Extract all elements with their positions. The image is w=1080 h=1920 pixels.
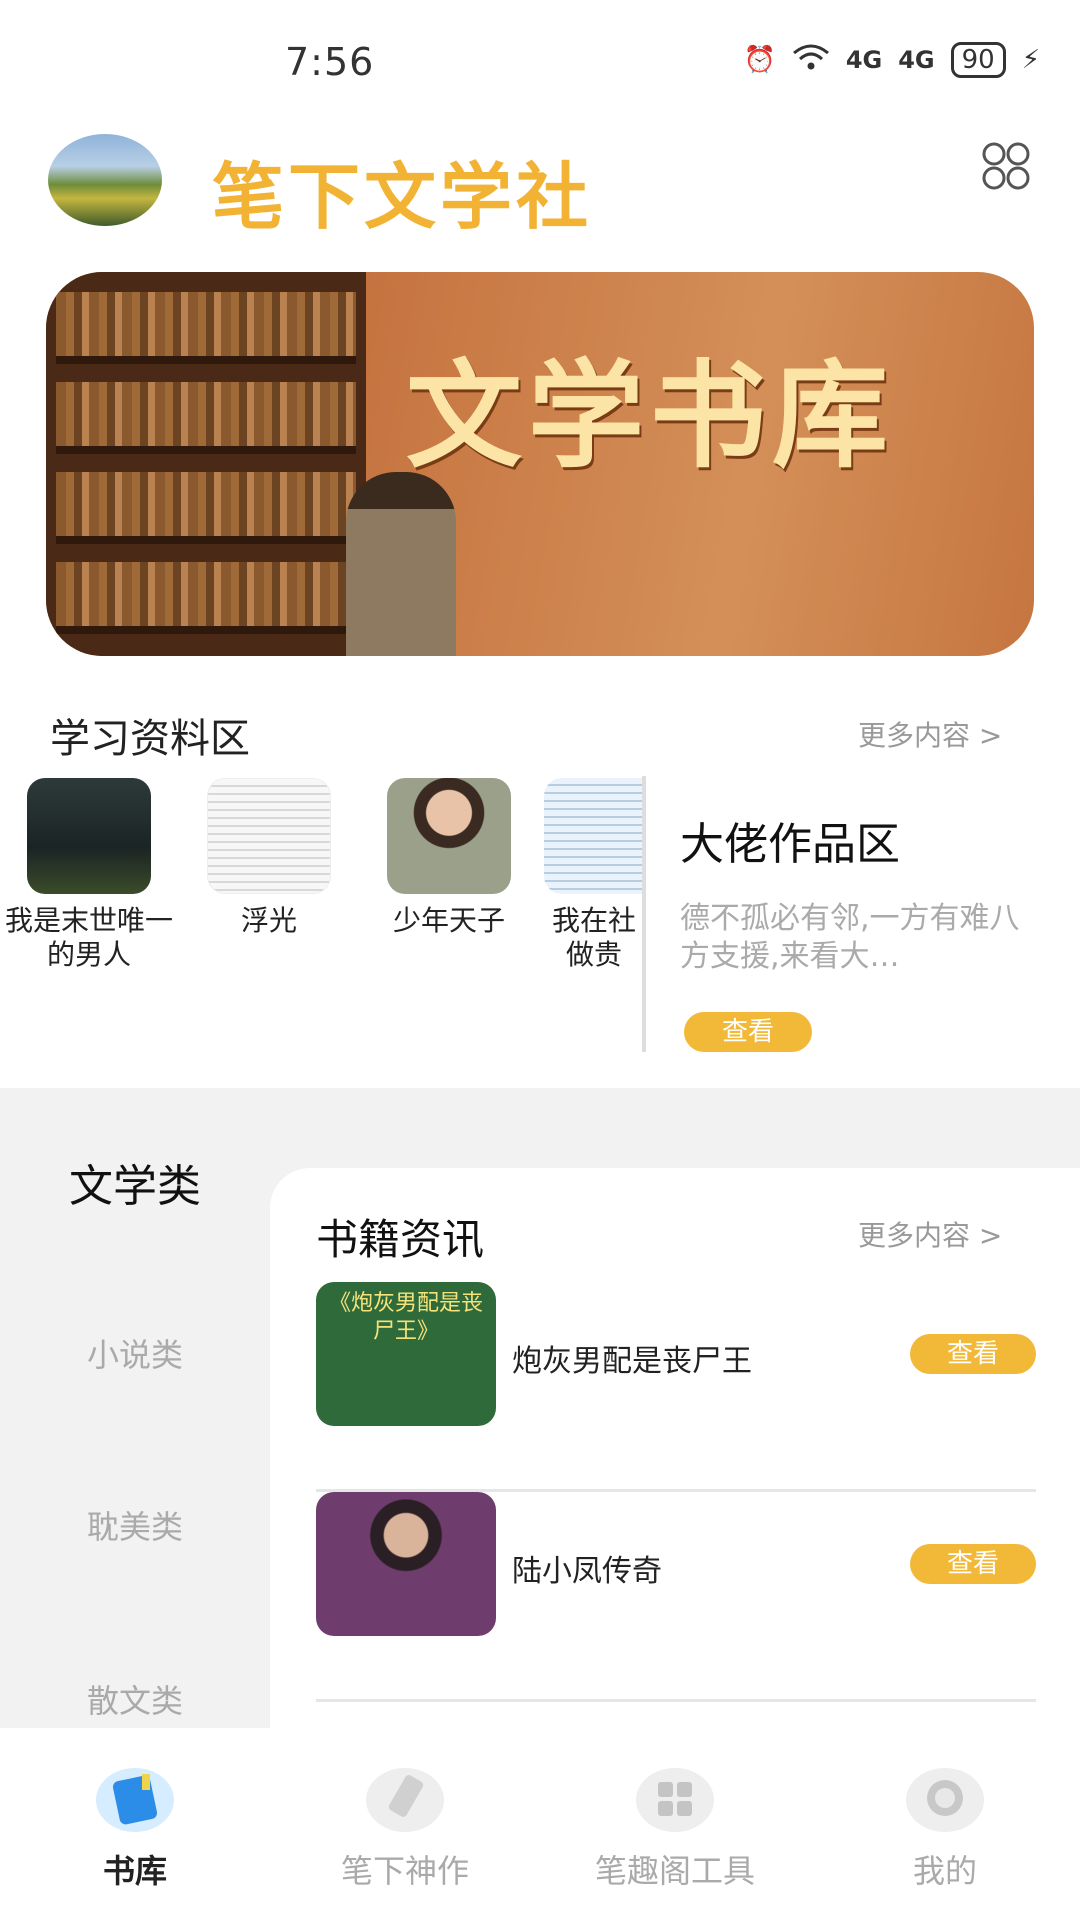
section-divider — [642, 776, 646, 1052]
alarm-icon: ⏰ — [743, 45, 776, 75]
book-cover — [27, 778, 151, 894]
book-item[interactable]: 我在社做贵 — [544, 778, 644, 972]
study-more-link[interactable]: 更多内容 > — [858, 714, 1002, 754]
author-view-button[interactable]: 查看 — [684, 1012, 812, 1052]
grid-menu-icon[interactable] — [978, 138, 1034, 194]
signal-icon: 4G — [845, 46, 883, 74]
scholar-figure — [346, 472, 456, 656]
book-name: 我是末世唯一的男人 — [4, 904, 173, 971]
bottom-nav: 书库 笔下神作 笔趣阁工具 我的 — [0, 1728, 1080, 1920]
book-item[interactable]: 少年天子 — [364, 778, 534, 938]
banner-title: 文学书库 — [406, 348, 894, 484]
nav-label: 书库 — [102, 1852, 167, 1890]
category-prose[interactable]: 散文类 — [0, 1676, 270, 1722]
book-name: 我在社做贵 — [551, 904, 636, 971]
pen-icon — [366, 1768, 444, 1832]
book-name: 少年天子 — [392, 904, 505, 937]
news-more-link[interactable]: 更多内容 > — [858, 1214, 1002, 1254]
bookshelf-image — [46, 272, 366, 656]
nav-masterpiece[interactable]: 笔下神作 — [270, 1768, 540, 1892]
book-icon — [96, 1768, 174, 1832]
category-danmei[interactable]: 耽美类 — [0, 1502, 270, 1548]
news-view-button[interactable]: 查看 — [910, 1334, 1036, 1374]
nav-label: 笔下神作 — [340, 1852, 469, 1890]
book-item[interactable]: 浮光 — [184, 778, 354, 938]
charging-icon: ⚡ — [1021, 45, 1040, 75]
news-name: 陆小凤传奇 — [512, 1554, 662, 1589]
nav-label: 我的 — [912, 1852, 977, 1890]
book-cover — [387, 778, 511, 894]
signal-icon-2: 4G — [898, 46, 935, 74]
category-literature[interactable]: 文学类 — [0, 1150, 270, 1214]
news-thumb — [316, 1492, 496, 1636]
nav-label: 笔趣阁工具 — [594, 1852, 755, 1890]
status-bar: 7:56 ⏰ 4G 4G 90 ⚡ — [0, 0, 1080, 110]
book-cover — [544, 778, 644, 894]
news-row[interactable]: 陆小凤传奇 查看 — [316, 1492, 1036, 1702]
banner[interactable]: 文学书库 — [46, 272, 1034, 656]
app-header: 笔下文学社 — [0, 130, 1080, 250]
category-novel[interactable]: 小说类 — [0, 1330, 270, 1376]
author-zone-desc: 德不孤必有邻,一方有难八方支援,来看大… — [680, 901, 1020, 974]
book-item[interactable]: 我是末世唯一的男人 — [4, 778, 174, 972]
profile-icon — [906, 1768, 984, 1832]
news-name: 炮灰男配是丧尸王 — [512, 1344, 752, 1379]
nav-library[interactable]: 书库 — [0, 1768, 270, 1892]
news-thumb: 《炮灰男配是丧尸王》 — [316, 1282, 496, 1426]
news-thumb-text: 《炮灰男配是丧尸王》 — [328, 1291, 483, 1344]
book-cover — [207, 778, 331, 894]
news-view-button[interactable]: 查看 — [910, 1544, 1036, 1584]
book-name: 浮光 — [240, 904, 297, 937]
nav-tools[interactable]: 笔趣阁工具 — [540, 1768, 810, 1892]
author-zone-title: 大佬作品区 — [680, 819, 900, 870]
news-section-title: 书籍资讯 — [316, 1215, 485, 1264]
avatar[interactable] — [48, 134, 162, 226]
status-icons: ⏰ 4G 4G 90 ⚡ — [743, 42, 1040, 78]
status-time: 7:56 — [285, 40, 375, 84]
study-section-title: 学习资料区 — [50, 716, 250, 762]
news-row[interactable]: 《炮灰男配是丧尸王》 炮灰男配是丧尸王 查看 — [316, 1282, 1036, 1492]
wifi-icon — [792, 43, 830, 78]
app-title: 笔下文学社 — [212, 155, 593, 239]
battery-icon: 90 — [950, 42, 1006, 78]
nav-mine[interactable]: 我的 — [810, 1768, 1080, 1892]
news-card: 书籍资讯 更多内容 > 《炮灰男配是丧尸王》 炮灰男配是丧尸王 查看 陆小凤传奇… — [270, 1168, 1080, 1728]
tools-grid-icon — [636, 1768, 714, 1832]
